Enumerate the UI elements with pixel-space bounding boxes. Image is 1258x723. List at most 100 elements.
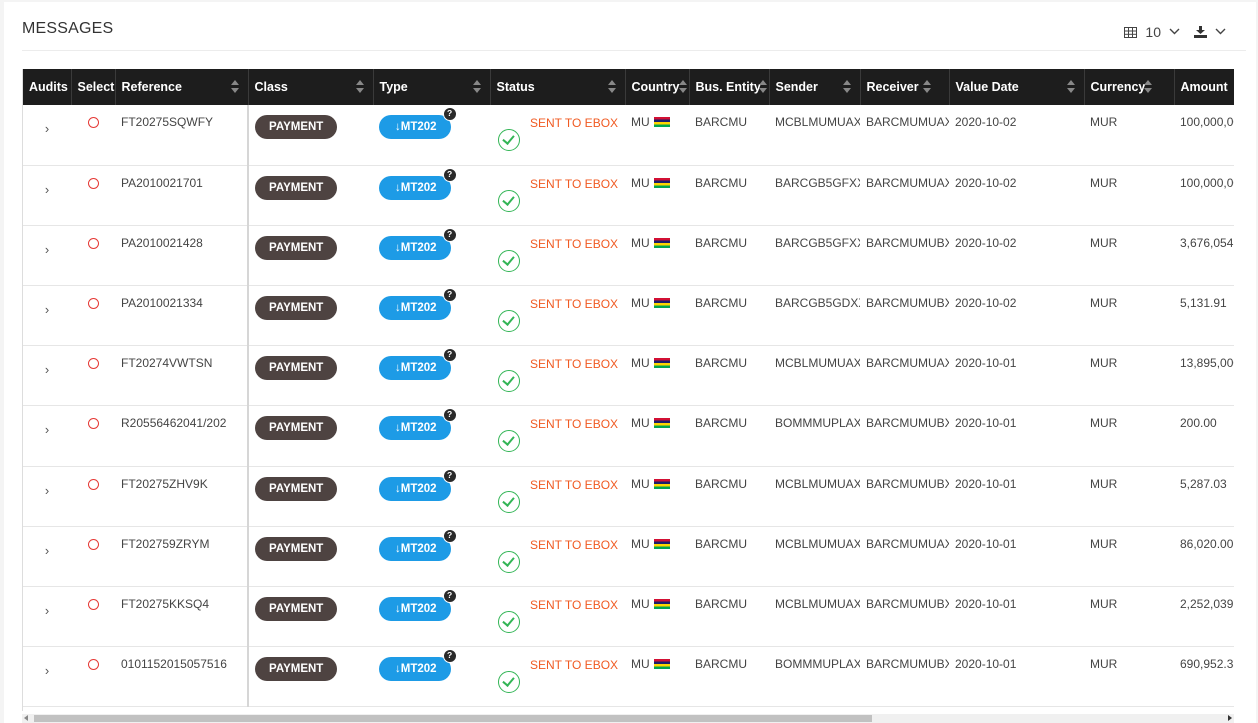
- reference-cell[interactable]: PA2010021334: [115, 285, 249, 347]
- select-radio[interactable]: [87, 117, 99, 128]
- currency-cell: MUR: [1084, 466, 1174, 527]
- reference-cell[interactable]: FT20275SQWFY: [115, 105, 249, 166]
- type-badge[interactable]: ↓MT202: [379, 476, 451, 501]
- sort-icon[interactable]: [230, 80, 239, 94]
- sort-icon[interactable]: [758, 80, 767, 94]
- type-badge[interactable]: ↓MT202: [379, 356, 451, 381]
- amount-cell: 86,020.00: [1174, 526, 1234, 588]
- select-radio[interactable]: [87, 358, 99, 370]
- reference-cell[interactable]: R20556462041/202: [115, 405, 249, 467]
- page-size-chevron-down-icon[interactable]: [1169, 26, 1180, 38]
- scroll-right-icon[interactable]: [1228, 715, 1232, 721]
- column-header-class[interactable]: Class: [248, 69, 374, 105]
- help-icon[interactable]: ?: [442, 589, 457, 603]
- column-header-status[interactable]: Status: [490, 69, 626, 105]
- expand-chevron-icon[interactable]: ›: [29, 115, 65, 136]
- table-row[interactable]: › PA2010021701 PAYMENT ↓MT202? SENT TO EBOX M…: [23, 165, 1234, 226]
- help-icon[interactable]: ?: [442, 468, 457, 483]
- amount-cell: 690,952.33: [1174, 646, 1234, 708]
- table-row[interactable]: › FT20274VWTSN PAYMENT ↓MT202? SENT TO EBOX M…: [23, 345, 1234, 407]
- download-chevron-down-icon[interactable]: [1215, 26, 1226, 38]
- select-radio[interactable]: [87, 298, 99, 310]
- reference-cell[interactable]: FT202759ZRYM: [115, 526, 249, 588]
- type-badge[interactable]: ↓MT202: [379, 296, 451, 321]
- page-size-value[interactable]: 10: [1145, 24, 1161, 40]
- value-date-cell: 2020-10-02: [949, 165, 1084, 226]
- type-badge[interactable]: ↓MT202: [379, 115, 451, 139]
- mauritius-flag-icon: [653, 538, 670, 549]
- type-badge[interactable]: ↓MT202: [379, 657, 451, 682]
- receiver-cell: BARCMUMUBXXX: [860, 405, 949, 467]
- sort-icon[interactable]: [472, 80, 481, 94]
- select-radio[interactable]: [87, 237, 99, 249]
- scrollbar-thumb[interactable]: [34, 715, 872, 722]
- help-icon[interactable]: ?: [442, 408, 457, 423]
- column-header-reference[interactable]: Reference: [115, 69, 249, 105]
- table-row[interactable]: › FT20275ZHV9K PAYMENT ↓MT202? SENT TO EBOX M…: [23, 466, 1234, 527]
- column-header-amount[interactable]: Amount: [1174, 69, 1234, 105]
- help-icon[interactable]: ?: [442, 288, 457, 303]
- expand-chevron-icon[interactable]: ›: [29, 657, 65, 678]
- column-header-sender[interactable]: Sender: [769, 69, 861, 105]
- reference-cell[interactable]: PA2010021701: [115, 165, 249, 226]
- grid-icon[interactable]: [1124, 26, 1138, 38]
- expand-chevron-icon[interactable]: ›: [29, 236, 65, 257]
- select-radio[interactable]: [87, 599, 99, 610]
- expand-chevron-icon[interactable]: ›: [29, 416, 65, 437]
- mauritius-flag-icon: [653, 599, 670, 609]
- expand-chevron-icon[interactable]: ›: [29, 176, 65, 197]
- table-row[interactable]: › FT202759ZRYM PAYMENT ↓MT202? SENT TO EBOX M…: [23, 526, 1234, 588]
- type-badge[interactable]: ↓MT202: [379, 416, 451, 441]
- sort-icon[interactable]: [1143, 80, 1152, 94]
- reference-cell[interactable]: FT20274VWTSN: [115, 345, 249, 407]
- sort-icon[interactable]: [607, 80, 616, 94]
- download-icon[interactable]: [1194, 26, 1207, 38]
- help-icon[interactable]: ?: [442, 107, 457, 121]
- sort-icon[interactable]: [922, 80, 931, 94]
- table-row[interactable]: › FT20275SQWFY PAYMENT ↓MT202? SENT TO EBOX M…: [23, 105, 1234, 166]
- scroll-left-icon[interactable]: [24, 715, 28, 721]
- column-header-bus-entity[interactable]: Bus. Entity: [689, 69, 770, 105]
- expand-chevron-icon[interactable]: ›: [29, 356, 65, 377]
- reference-cell[interactable]: 0101152015057516: [115, 646, 249, 708]
- type-badge[interactable]: ↓MT202: [379, 235, 451, 260]
- table-row[interactable]: › PA2010021428 PAYMENT ↓MT202? SENT TO EBOX M…: [23, 225, 1234, 287]
- expand-chevron-icon[interactable]: ›: [29, 477, 65, 498]
- select-radio[interactable]: [87, 538, 99, 550]
- type-badge[interactable]: ↓MT202: [379, 597, 451, 621]
- type-badge[interactable]: ↓MT202: [379, 175, 451, 200]
- sort-icon[interactable]: [678, 80, 687, 94]
- horizontal-scrollbar[interactable]: [22, 714, 1234, 723]
- help-icon[interactable]: ?: [442, 167, 457, 182]
- expand-chevron-icon[interactable]: ›: [29, 296, 65, 317]
- status-text: SENT TO EBOX: [530, 658, 619, 673]
- sort-icon[interactable]: [1066, 80, 1075, 94]
- expand-chevron-icon[interactable]: ›: [29, 537, 65, 558]
- select-radio[interactable]: [87, 177, 99, 189]
- help-icon[interactable]: ?: [442, 348, 457, 363]
- column-header-type[interactable]: Type: [373, 69, 491, 105]
- sort-icon[interactable]: [842, 80, 851, 94]
- column-header-currency[interactable]: Currency: [1084, 69, 1175, 105]
- table-row[interactable]: › 0101152015057516 PAYMENT ↓MT202? SENT TO E…: [23, 646, 1234, 708]
- sort-icon[interactable]: [355, 80, 364, 94]
- reference-cell[interactable]: FT20275ZHV9K: [115, 466, 249, 527]
- column-header-receiver[interactable]: Receiver: [860, 69, 950, 105]
- type-badge[interactable]: ↓MT202: [379, 536, 451, 561]
- select-radio[interactable]: [87, 418, 99, 430]
- column-header-value-date[interactable]: Value Date: [949, 69, 1085, 105]
- select-radio[interactable]: [87, 659, 99, 671]
- column-header-country[interactable]: Country: [625, 69, 690, 105]
- help-icon[interactable]: ?: [442, 227, 457, 242]
- sender-cell: MCBLMUMUAXXX: [769, 586, 860, 648]
- reference-cell[interactable]: PA2010021428: [115, 225, 249, 287]
- table-row[interactable]: › FT20275KKSQ4 PAYMENT ↓MT202? SENT TO EBOX M…: [23, 586, 1234, 648]
- help-icon[interactable]: ?: [442, 528, 457, 543]
- expand-chevron-icon[interactable]: ›: [29, 597, 65, 618]
- amount-cell: 2,252,039.00: [1174, 586, 1234, 648]
- table-row[interactable]: › PA2010021334 PAYMENT ↓MT202? SENT TO EBOX M…: [23, 285, 1234, 347]
- select-radio[interactable]: [87, 478, 99, 490]
- table-row[interactable]: › R20556462041/202 PAYMENT ↓MT202? SENT TO E…: [23, 405, 1234, 467]
- help-icon[interactable]: ?: [442, 649, 457, 664]
- reference-cell[interactable]: FT20275KKSQ4: [115, 586, 249, 648]
